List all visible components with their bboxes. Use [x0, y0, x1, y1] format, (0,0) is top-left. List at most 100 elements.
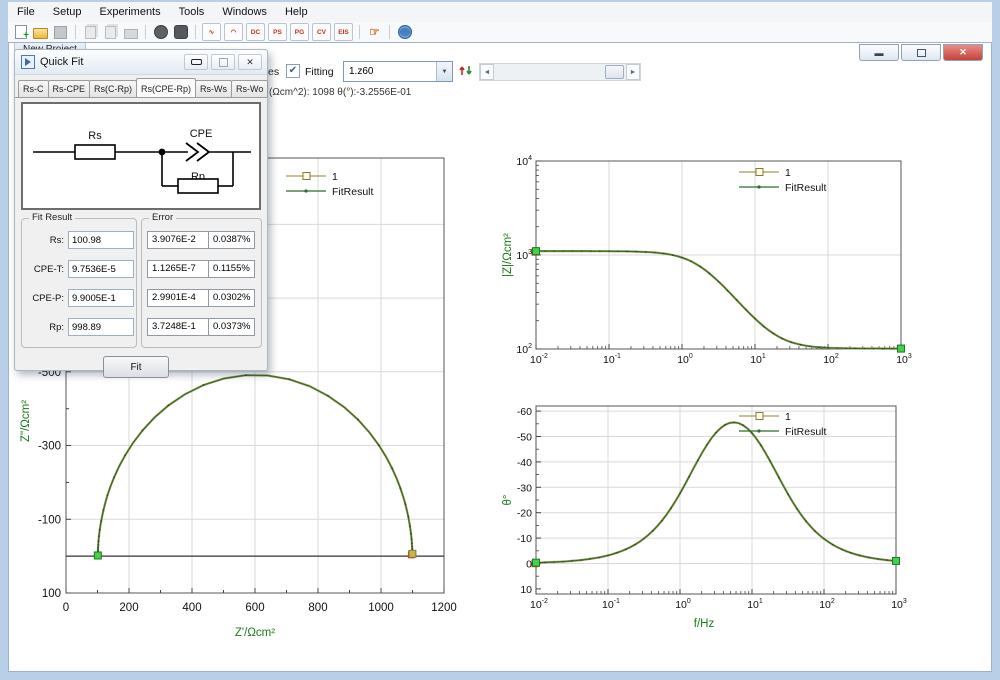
legend-label[interactable]: 1	[785, 411, 791, 423]
data-point[interactable]	[886, 559, 888, 561]
technique-ps-icon[interactable]: PS	[268, 23, 287, 41]
data-point[interactable]	[142, 430, 144, 432]
data-point[interactable]	[850, 552, 852, 554]
endpoint-marker[interactable]	[533, 559, 540, 566]
param-value-field[interactable]	[68, 231, 134, 249]
data-point[interactable]	[571, 560, 573, 562]
data-point[interactable]	[800, 344, 802, 346]
data-point[interactable]	[580, 559, 582, 561]
data-point[interactable]	[572, 250, 574, 252]
data-point[interactable]	[391, 468, 393, 470]
data-point[interactable]	[882, 348, 884, 350]
data-point[interactable]	[652, 530, 654, 532]
data-point[interactable]	[411, 548, 413, 550]
menu-windows[interactable]: Windows	[213, 3, 276, 21]
technique-cv-icon[interactable]: CV	[312, 23, 331, 41]
record-icon[interactable]	[172, 24, 189, 40]
data-point[interactable]	[590, 250, 592, 252]
endpoint-marker[interactable]	[898, 345, 905, 352]
data-point[interactable]	[832, 544, 834, 546]
duplicate-icon[interactable]	[102, 24, 119, 40]
endpoint-marker[interactable]	[893, 557, 900, 564]
data-point[interactable]	[709, 273, 711, 275]
data-point[interactable]	[796, 508, 798, 510]
dropdown-arrow-icon[interactable]: ▼	[436, 62, 452, 81]
data-point[interactable]	[97, 544, 99, 546]
data-point[interactable]	[754, 318, 756, 320]
series-fit-curve[interactable]	[536, 422, 896, 562]
fitting-checkbox[interactable]: ✔	[286, 64, 300, 78]
legend-label[interactable]: 1	[785, 167, 791, 179]
tab-rs-cpe[interactable]: Rs-CPE	[48, 80, 91, 97]
data-point[interactable]	[411, 538, 413, 540]
menu-setup[interactable]: Setup	[44, 3, 91, 21]
data-point[interactable]	[645, 251, 647, 253]
scrollbar-track[interactable]	[494, 64, 626, 80]
print-icon[interactable]	[122, 24, 139, 40]
bode-magnitude-plot[interactable]: 10-210-11001011021031021031041FitResult|…	[499, 147, 919, 379]
data-point[interactable]	[327, 395, 329, 397]
tab-rs-wo[interactable]: Rs-Wo	[231, 80, 268, 97]
data-point[interactable]	[661, 520, 663, 522]
series-fit-curve[interactable]	[536, 251, 901, 349]
data-point[interactable]	[772, 333, 774, 335]
data-point[interactable]	[681, 257, 683, 259]
legend-label[interactable]: FitResult	[332, 186, 374, 198]
data-point[interactable]	[718, 281, 720, 283]
data-point[interactable]	[823, 538, 825, 540]
data-point[interactable]	[634, 544, 636, 546]
data-point[interactable]	[859, 555, 861, 557]
data-point[interactable]	[778, 477, 780, 479]
web-help-icon[interactable]	[396, 24, 413, 40]
data-point[interactable]	[699, 266, 701, 268]
dialog-maximize-icon[interactable]	[211, 54, 235, 70]
technique-dc-icon[interactable]: DC	[246, 23, 265, 41]
data-point[interactable]	[562, 561, 564, 563]
legend[interactable]: 1FitResult	[286, 171, 374, 198]
data-point[interactable]	[845, 348, 847, 350]
data-point[interactable]	[643, 538, 645, 540]
dataset-dropdown[interactable]: 1.z60 ▼	[343, 61, 453, 82]
data-point[interactable]	[617, 250, 619, 252]
data-point[interactable]	[245, 374, 247, 376]
data-point[interactable]	[581, 250, 583, 252]
series-data-curve[interactable]	[536, 422, 896, 562]
data-point[interactable]	[654, 252, 656, 254]
data-point[interactable]	[544, 562, 546, 564]
data-point[interactable]	[688, 476, 690, 478]
data-point[interactable]	[814, 530, 816, 532]
data-point[interactable]	[836, 347, 838, 349]
data-point[interactable]	[745, 309, 747, 311]
data-point[interactable]	[598, 557, 600, 559]
data-point[interactable]	[868, 557, 870, 559]
data-point[interactable]	[357, 419, 359, 421]
data-point[interactable]	[589, 558, 591, 560]
param-value-field[interactable]	[68, 318, 134, 336]
legend-label[interactable]: FitResult	[785, 426, 827, 438]
technique-waveform-icon[interactable]: ∿	[202, 23, 221, 41]
param-value-field[interactable]	[68, 260, 134, 278]
data-point[interactable]	[544, 250, 546, 252]
technique-pg-icon[interactable]: PG	[290, 23, 309, 41]
data-point[interactable]	[404, 503, 406, 505]
data-point[interactable]	[805, 520, 807, 522]
param-value-field[interactable]	[68, 289, 134, 307]
data-point[interactable]	[782, 338, 784, 340]
data-point[interactable]	[410, 533, 412, 535]
data-point[interactable]	[97, 547, 99, 549]
data-point[interactable]	[124, 454, 126, 456]
horizontal-scrollbar[interactable]: ◄ ►	[479, 63, 641, 81]
data-point[interactable]	[98, 535, 100, 537]
fit-button[interactable]: Fit	[103, 356, 169, 378]
data-point[interactable]	[697, 459, 699, 461]
scroll-left-icon[interactable]: ◄	[480, 64, 494, 80]
data-point[interactable]	[107, 495, 109, 497]
data-point[interactable]	[411, 546, 413, 548]
data-point[interactable]	[400, 487, 402, 489]
data-point[interactable]	[167, 404, 169, 406]
save-icon[interactable]	[52, 24, 69, 40]
data-point[interactable]	[616, 552, 618, 554]
tab-rscpe-rp[interactable]: Rs(CPE-Rp)	[136, 78, 196, 97]
data-point[interactable]	[736, 299, 738, 301]
data-point[interactable]	[809, 345, 811, 347]
